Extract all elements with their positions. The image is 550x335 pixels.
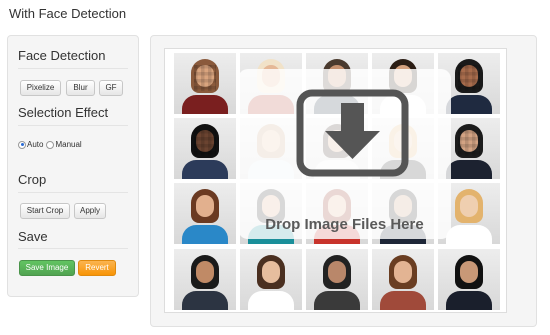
divider [18,68,128,69]
crop-heading: Crop [18,172,47,187]
portrait-thumbnail [438,249,500,310]
gf-button[interactable]: GF [99,80,123,96]
drop-files-text: Drop Image Files Here [265,216,424,233]
divider [18,248,128,249]
portrait-thumbnail [174,118,236,179]
save-image-button[interactable]: Save Image [19,260,75,276]
portrait-thumbnail [174,53,236,114]
image-drop-zone[interactable]: Drop Image Files Here [164,48,507,313]
divider [18,192,128,193]
tools-panel: Face Detection Pixelize Blur GF Selectio… [7,35,139,297]
save-heading: Save [18,229,48,244]
page-title: With Face Detection [9,6,127,21]
blur-button[interactable]: Blur [66,80,95,96]
portrait-thumbnail [174,249,236,310]
manual-radio[interactable] [46,140,55,149]
portrait-thumbnail [240,249,302,310]
pixelize-button[interactable]: Pixelize [20,80,61,96]
portrait-thumbnail [306,249,368,310]
start-crop-button[interactable]: Start Crop [20,203,70,219]
canvas-panel: Drop Image Files Here [150,35,537,327]
revert-button[interactable]: Revert [78,260,116,276]
auto-radio-label[interactable]: Auto [27,140,43,149]
divider [18,125,128,126]
portrait-thumbnail [372,249,434,310]
selection-effect-heading: Selection Effect [18,105,109,120]
drop-overlay[interactable]: Drop Image Files Here [238,69,451,239]
selection-effect-options: Auto Manual [18,140,85,149]
face-detection-heading: Face Detection [18,48,106,63]
manual-radio-label[interactable]: Manual [55,140,81,149]
download-tray-icon [296,89,409,177]
portrait-thumbnail [174,183,236,244]
auto-radio[interactable] [18,140,26,149]
apply-button[interactable]: Apply [74,203,106,219]
